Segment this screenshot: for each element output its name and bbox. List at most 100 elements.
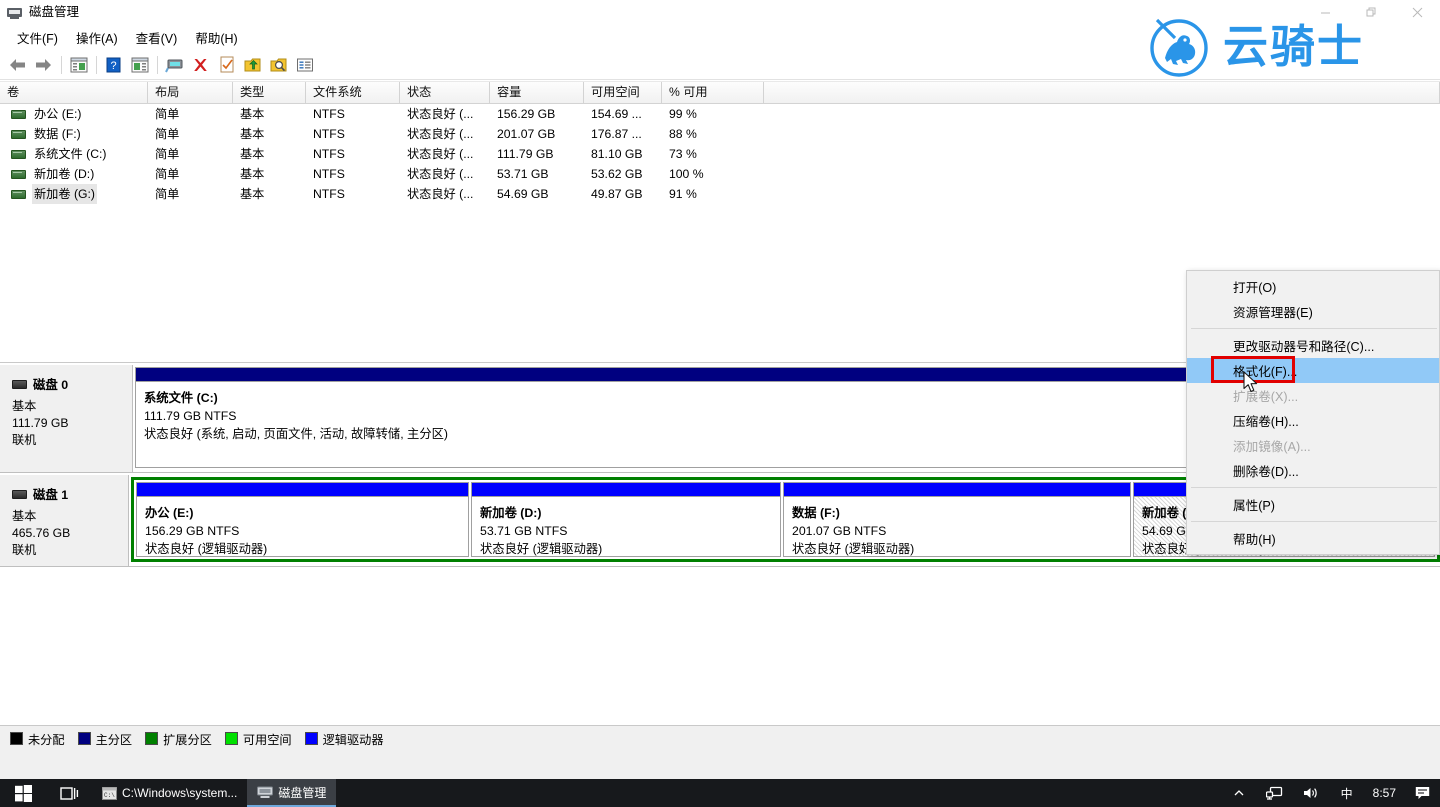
list-properties-icon[interactable] bbox=[292, 53, 317, 77]
menu-view[interactable]: 查看(V) bbox=[127, 26, 187, 49]
column-header[interactable]: 容量 bbox=[490, 82, 584, 103]
table-row[interactable]: 新加卷 (G:)简单基本NTFS状态良好 (...54.69 GB49.87 G… bbox=[0, 184, 1440, 204]
system-tray: 中 8:57 bbox=[1221, 779, 1440, 807]
ctx-explore[interactable]: 资源管理器(E) bbox=[1187, 299, 1439, 324]
legend-item: 未分配 bbox=[10, 730, 65, 748]
disk-state: 联机 bbox=[12, 542, 128, 559]
show-action-pane-icon[interactable] bbox=[127, 53, 152, 77]
disk-name-label: 磁盘 0 bbox=[33, 375, 68, 393]
legend-label: 未分配 bbox=[28, 730, 65, 748]
volume-icon bbox=[11, 170, 26, 179]
taskbar-clock[interactable]: 8:57 bbox=[1365, 786, 1404, 800]
legend-swatch bbox=[78, 732, 91, 745]
taskbar: C:\ C:\Windows\system... 磁盘管理 bbox=[0, 779, 1440, 807]
close-button[interactable] bbox=[1394, 0, 1440, 25]
column-header[interactable]: 类型 bbox=[233, 82, 306, 103]
table-row[interactable]: 办公 (E:)简单基本NTFS状态良好 (...156.29 GB154.69 … bbox=[0, 104, 1440, 124]
legend-swatch bbox=[305, 732, 318, 745]
ctx-format[interactable]: 格式化(F)... bbox=[1187, 358, 1439, 383]
ctx-open[interactable]: 打开(O) bbox=[1187, 274, 1439, 299]
disk-info-panel[interactable]: 磁盘 1基本465.76 GB联机 bbox=[0, 475, 129, 567]
cell-percent: 99 % bbox=[662, 104, 764, 124]
column-header[interactable]: 状态 bbox=[400, 82, 490, 103]
disk-size: 465.76 GB bbox=[12, 525, 128, 542]
volume-label: 新加卷 (D:) bbox=[32, 164, 96, 184]
menu-help[interactable]: 帮助(H) bbox=[186, 26, 246, 49]
cell-percent: 100 % bbox=[662, 164, 764, 184]
partition-status: 状态良好 (逻辑驱动器) bbox=[792, 540, 1130, 556]
cell-percent: 73 % bbox=[662, 144, 764, 164]
show-hide-tree-icon[interactable] bbox=[66, 53, 91, 77]
volume-list-body: 办公 (E:)简单基本NTFS状态良好 (...156.29 GB154.69 … bbox=[0, 104, 1440, 204]
disk-management-icon bbox=[257, 785, 273, 799]
rescan-disks-icon[interactable] bbox=[240, 53, 265, 77]
task-view-button[interactable] bbox=[46, 779, 92, 807]
partition-details: 数据 (F:)201.07 GB NTFS状态良好 (逻辑驱动器) bbox=[784, 497, 1130, 556]
column-header[interactable]: 文件系统 bbox=[306, 82, 400, 103]
legend-label: 可用空间 bbox=[243, 730, 292, 748]
volume-label: 系统文件 (C:) bbox=[32, 144, 108, 164]
column-header[interactable]: 卷 bbox=[0, 82, 148, 103]
cell-capacity: 111.79 GB bbox=[490, 144, 584, 164]
start-button[interactable] bbox=[0, 779, 46, 807]
connect-computer-icon[interactable] bbox=[162, 53, 187, 77]
cell-free: 176.87 ... bbox=[584, 124, 662, 144]
speaker-icon[interactable] bbox=[1293, 779, 1329, 807]
restore-button[interactable] bbox=[1348, 0, 1394, 25]
cell-free: 49.87 GB bbox=[584, 184, 662, 204]
tray-chevron-up-icon[interactable] bbox=[1221, 779, 1257, 807]
forward-arrow-icon[interactable] bbox=[31, 53, 56, 77]
volume-icon bbox=[11, 130, 26, 139]
cell-capacity: 54.69 GB bbox=[490, 184, 584, 204]
partition-block[interactable]: 办公 (E:)156.29 GB NTFS状态良好 (逻辑驱动器) bbox=[136, 482, 469, 557]
ctx-shrink-volume[interactable]: 压缩卷(H)... bbox=[1187, 408, 1439, 433]
ctx-add-mirror: 添加镜像(A)... bbox=[1187, 433, 1439, 458]
partition-block[interactable]: 新加卷 (D:)53.71 GB NTFS状态良好 (逻辑驱动器) bbox=[471, 482, 781, 557]
cell-type: 基本 bbox=[233, 104, 306, 124]
ctx-properties[interactable]: 属性(P) bbox=[1187, 492, 1439, 517]
toolbar-separator bbox=[61, 56, 62, 74]
volume-name-cell: 系统文件 (C:) bbox=[0, 144, 148, 164]
menu-action[interactable]: 操作(A) bbox=[67, 26, 127, 49]
table-row[interactable]: 数据 (F:)简单基本NTFS状态良好 (...201.07 GB176.87 … bbox=[0, 124, 1440, 144]
toolbar-separator bbox=[96, 56, 97, 74]
ctx-help[interactable]: 帮助(H) bbox=[1187, 526, 1439, 551]
partition-status: 状态良好 (逻辑驱动器) bbox=[145, 540, 468, 556]
volume-name-cell: 新加卷 (D:) bbox=[0, 164, 148, 184]
partition-color-bar bbox=[784, 483, 1130, 497]
disk-management-icon bbox=[7, 5, 23, 21]
cell-filesystem: NTFS bbox=[306, 104, 400, 124]
menu-file[interactable]: 文件(F) bbox=[8, 26, 67, 49]
help-icon[interactable]: ? bbox=[101, 53, 126, 77]
notification-icon[interactable] bbox=[1404, 779, 1440, 807]
taskbar-app-console[interactable]: C:\ C:\Windows\system... bbox=[92, 779, 247, 807]
cell-status: 状态良好 (... bbox=[400, 184, 490, 204]
minimize-button[interactable] bbox=[1302, 0, 1348, 25]
disk-type: 基本 bbox=[12, 508, 128, 525]
column-header[interactable]: % 可用 bbox=[662, 82, 764, 103]
partition-name: 办公 (E:) bbox=[145, 504, 468, 522]
network-icon[interactable] bbox=[1257, 779, 1293, 807]
back-arrow-icon[interactable] bbox=[5, 53, 30, 77]
ime-indicator[interactable]: 中 bbox=[1329, 779, 1365, 807]
volume-list-header: 卷布局类型文件系统状态容量可用空间% 可用 bbox=[0, 81, 1440, 104]
window-controls bbox=[1302, 0, 1440, 25]
context-menu-separator bbox=[1191, 521, 1437, 522]
column-header[interactable]: 可用空间 bbox=[584, 82, 662, 103]
taskbar-app-disk-management[interactable]: 磁盘管理 bbox=[247, 779, 336, 807]
cell-type: 基本 bbox=[233, 124, 306, 144]
ctx-change-drive-letter[interactable]: 更改驱动器号和路径(C)... bbox=[1187, 333, 1439, 358]
cell-percent: 88 % bbox=[662, 124, 764, 144]
ctx-delete-volume[interactable]: 删除卷(D)... bbox=[1187, 458, 1439, 483]
delete-icon[interactable] bbox=[188, 53, 213, 77]
disk-info-panel[interactable]: 磁盘 0基本111.79 GB联机 bbox=[0, 365, 133, 473]
volume-icon bbox=[11, 190, 26, 199]
ctx-extend-volume: 扩展卷(X)... bbox=[1187, 383, 1439, 408]
partition-block[interactable]: 数据 (F:)201.07 GB NTFS状态良好 (逻辑驱动器) bbox=[783, 482, 1131, 557]
column-header-filler bbox=[764, 82, 1440, 103]
column-header[interactable]: 布局 bbox=[148, 82, 233, 103]
table-row[interactable]: 系统文件 (C:)简单基本NTFS状态良好 (...111.79 GB81.10… bbox=[0, 144, 1440, 164]
table-row[interactable]: 新加卷 (D:)简单基本NTFS状态良好 (...53.71 GB53.62 G… bbox=[0, 164, 1440, 184]
properties-check-icon[interactable] bbox=[214, 53, 239, 77]
search-folder-icon[interactable] bbox=[266, 53, 291, 77]
